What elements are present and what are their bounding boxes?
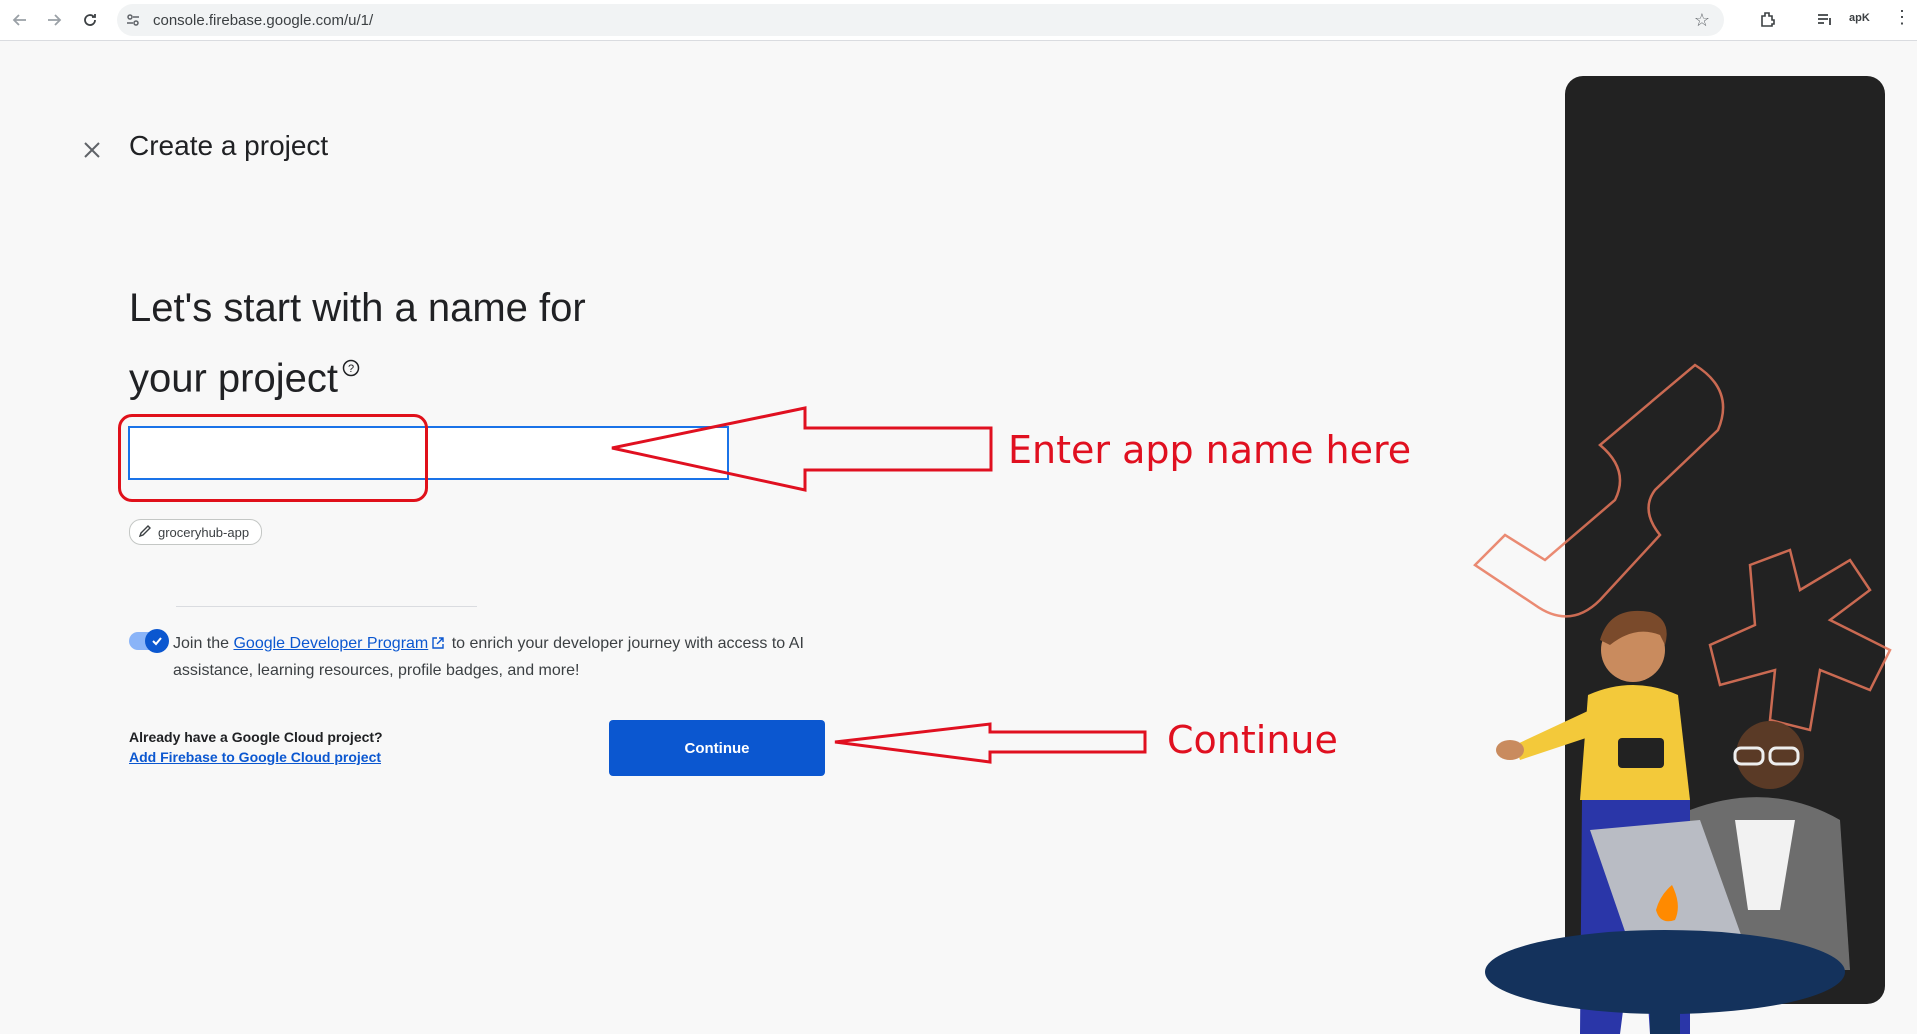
tablet xyxy=(1618,738,1664,768)
annotation-arrow-continue xyxy=(834,722,1147,764)
annotation-continue-hint: Continue xyxy=(1167,718,1338,762)
annotation-arrow-name xyxy=(611,406,993,492)
annotation-name-hint: Enter app name here xyxy=(1008,428,1412,472)
developer-illustration xyxy=(1473,363,1892,1034)
